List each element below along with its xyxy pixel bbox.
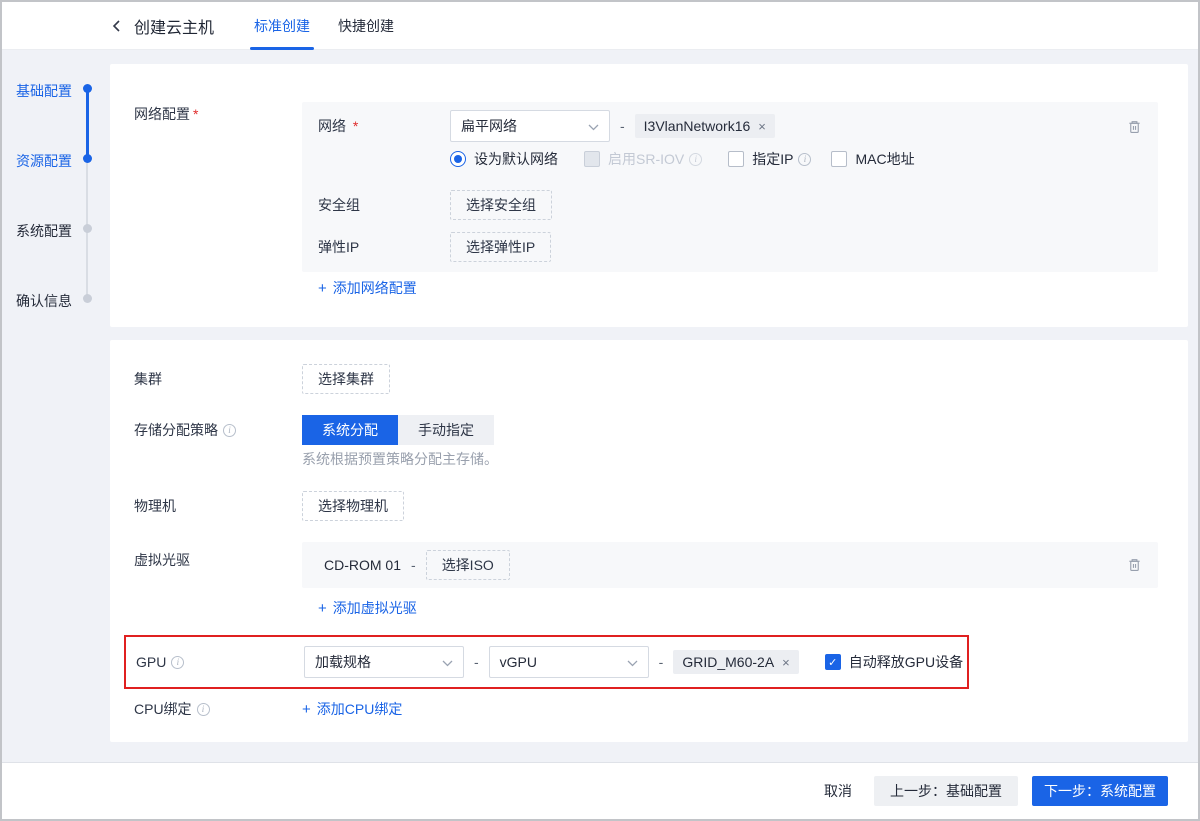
step-dot-basic	[83, 84, 92, 93]
gpu-type-value: vGPU	[500, 654, 537, 670]
add-network-config-link[interactable]: + 添加网络配置	[318, 278, 417, 298]
cdrom-entry-panel: CD-ROM 01 - 选择ISO	[302, 542, 1158, 588]
assign-ip-checkbox[interactable]	[728, 151, 744, 167]
network-type-select[interactable]: 扁平网络	[450, 110, 610, 142]
add-cpu-pin-label: 添加CPU绑定	[317, 699, 403, 719]
host-label: 物理机	[134, 496, 302, 516]
next-step-button[interactable]: 下一步：系统配置	[1032, 776, 1168, 806]
info-icon[interactable]: i	[798, 153, 811, 166]
network-tag-name: I3VlanNetwork16	[644, 118, 751, 134]
info-icon[interactable]: i	[171, 656, 184, 669]
step-resource-config[interactable]: 资源配置	[16, 151, 76, 171]
cluster-label: 集群	[134, 369, 302, 389]
step-dot-resource	[83, 154, 92, 163]
add-cdrom-label: 添加虚拟光驱	[333, 598, 417, 618]
remove-tag-icon[interactable]: ×	[758, 119, 766, 134]
chevron-down-icon	[627, 654, 638, 670]
gpu-auto-release-label: 自动释放GPU设备	[849, 652, 963, 672]
select-cluster-button[interactable]: 选择集群	[302, 364, 390, 394]
plus-icon: +	[318, 280, 327, 297]
create-vm-page: 创建云主机 标准创建 快捷创建 基础配置 资源配置 系统配置 确认信息 网络配置…	[0, 0, 1200, 821]
storage-policy-hint: 系统根据预置策略分配主存储。	[302, 449, 498, 469]
separator: -	[411, 557, 416, 573]
chevron-down-icon	[588, 118, 599, 134]
gpu-tag-name: GRID_M60-2A	[682, 654, 774, 670]
network-config-card: 网络配置 * 网络 * 扁平网络 - I3VlanNetwork16	[110, 64, 1188, 327]
sriov-checkbox	[584, 151, 600, 167]
step-dot-system	[83, 224, 92, 233]
default-network-label: 设为默认网络	[474, 149, 558, 169]
cdrom-label: 虚拟光驱	[134, 550, 190, 570]
step-system-config[interactable]: 系统配置	[16, 221, 76, 241]
required-asterisk: *	[193, 106, 198, 122]
page-title: 创建云主机	[134, 14, 214, 38]
separator: -	[620, 118, 625, 134]
cancel-button[interactable]: 取消	[820, 776, 856, 806]
gpu-auto-release-checkbox[interactable]: ✓	[825, 654, 841, 670]
add-cdrom-link[interactable]: + 添加虚拟光驱	[318, 598, 417, 618]
prev-step-button[interactable]: 上一步：基础配置	[874, 776, 1018, 806]
add-cpu-pin-link[interactable]: + 添加CPU绑定	[302, 699, 402, 719]
cpu-pin-label: CPU绑定	[134, 699, 192, 719]
remove-tag-icon[interactable]: ×	[782, 655, 790, 670]
plus-icon: +	[318, 600, 327, 617]
create-mode-tabs: 标准创建 快捷创建	[254, 2, 422, 50]
back-button[interactable]	[110, 18, 124, 34]
tab-standard-create[interactable]: 标准创建	[254, 2, 310, 50]
footer-bar: 取消 上一步：基础配置 下一步：系统配置	[2, 762, 1198, 819]
gpu-spec-value: 加载规格	[315, 652, 371, 672]
separator: -	[474, 654, 479, 670]
eip-label: 弹性IP	[318, 237, 450, 257]
storage-policy-label: 存储分配策略	[134, 420, 218, 440]
step-dot-confirm	[83, 294, 92, 303]
chevron-down-icon	[442, 654, 453, 670]
gpu-spec-select[interactable]: 加载规格	[304, 646, 464, 678]
info-icon[interactable]: i	[223, 424, 236, 437]
network-label: 网络	[318, 118, 346, 134]
assign-ip-label: 指定IP	[752, 149, 793, 169]
storage-policy-toggle: 系统分配 手动指定	[302, 415, 494, 445]
add-network-config-label: 添加网络配置	[333, 278, 417, 298]
step-connector-done	[86, 88, 89, 158]
cdrom-name: CD-ROM 01	[324, 557, 401, 573]
step-nav: 基础配置 资源配置 系统配置 确认信息	[2, 2, 110, 819]
gpu-label: GPU	[136, 654, 166, 670]
trash-icon	[1127, 557, 1142, 576]
network-type-value: 扁平网络	[461, 116, 517, 136]
check-icon: ✓	[828, 656, 837, 669]
step-basic-config[interactable]: 基础配置	[16, 81, 76, 101]
resource-config-card: 集群 选择集群 存储分配策略 i 系统分配 手动指定 系统根据预置策略分配主存储…	[110, 340, 1188, 742]
network-config-label: 网络配置	[134, 104, 190, 124]
select-eip-button[interactable]: 选择弹性IP	[450, 232, 551, 262]
default-network-radio[interactable]	[450, 151, 466, 167]
chevron-left-icon	[110, 18, 124, 34]
plus-icon: +	[302, 701, 311, 718]
network-entry-panel: 网络 * 扁平网络 - I3VlanNetwork16 ×	[302, 102, 1158, 272]
select-host-button[interactable]: 选择物理机	[302, 491, 404, 521]
security-group-label: 安全组	[318, 195, 450, 215]
delete-network-entry-button[interactable]	[1127, 119, 1142, 138]
info-icon[interactable]: i	[197, 703, 210, 716]
mac-label: MAC地址	[855, 149, 914, 169]
sriov-label: 启用SR-IOV	[608, 149, 684, 169]
required-asterisk: *	[353, 118, 358, 134]
tab-quick-create[interactable]: 快捷创建	[338, 2, 394, 50]
top-bar: 创建云主机 标准创建 快捷创建	[2, 2, 1198, 50]
select-iso-button[interactable]: 选择ISO	[426, 550, 510, 580]
storage-auto-option[interactable]: 系统分配	[302, 415, 398, 445]
gpu-type-select[interactable]: vGPU	[489, 646, 649, 678]
gpu-row-highlight: GPU i 加载规格 - vGPU - GRID_M60-2A ×	[124, 635, 969, 689]
separator: -	[659, 654, 664, 670]
trash-icon	[1127, 119, 1142, 138]
select-security-group-button[interactable]: 选择安全组	[450, 190, 552, 220]
network-tag: I3VlanNetwork16 ×	[635, 114, 775, 138]
info-icon[interactable]: i	[689, 153, 702, 166]
storage-manual-option[interactable]: 手动指定	[398, 415, 494, 445]
gpu-tag: GRID_M60-2A ×	[673, 650, 798, 674]
step-confirm-info[interactable]: 确认信息	[16, 291, 76, 311]
mac-checkbox[interactable]	[831, 151, 847, 167]
delete-cdrom-button[interactable]	[1127, 557, 1142, 576]
